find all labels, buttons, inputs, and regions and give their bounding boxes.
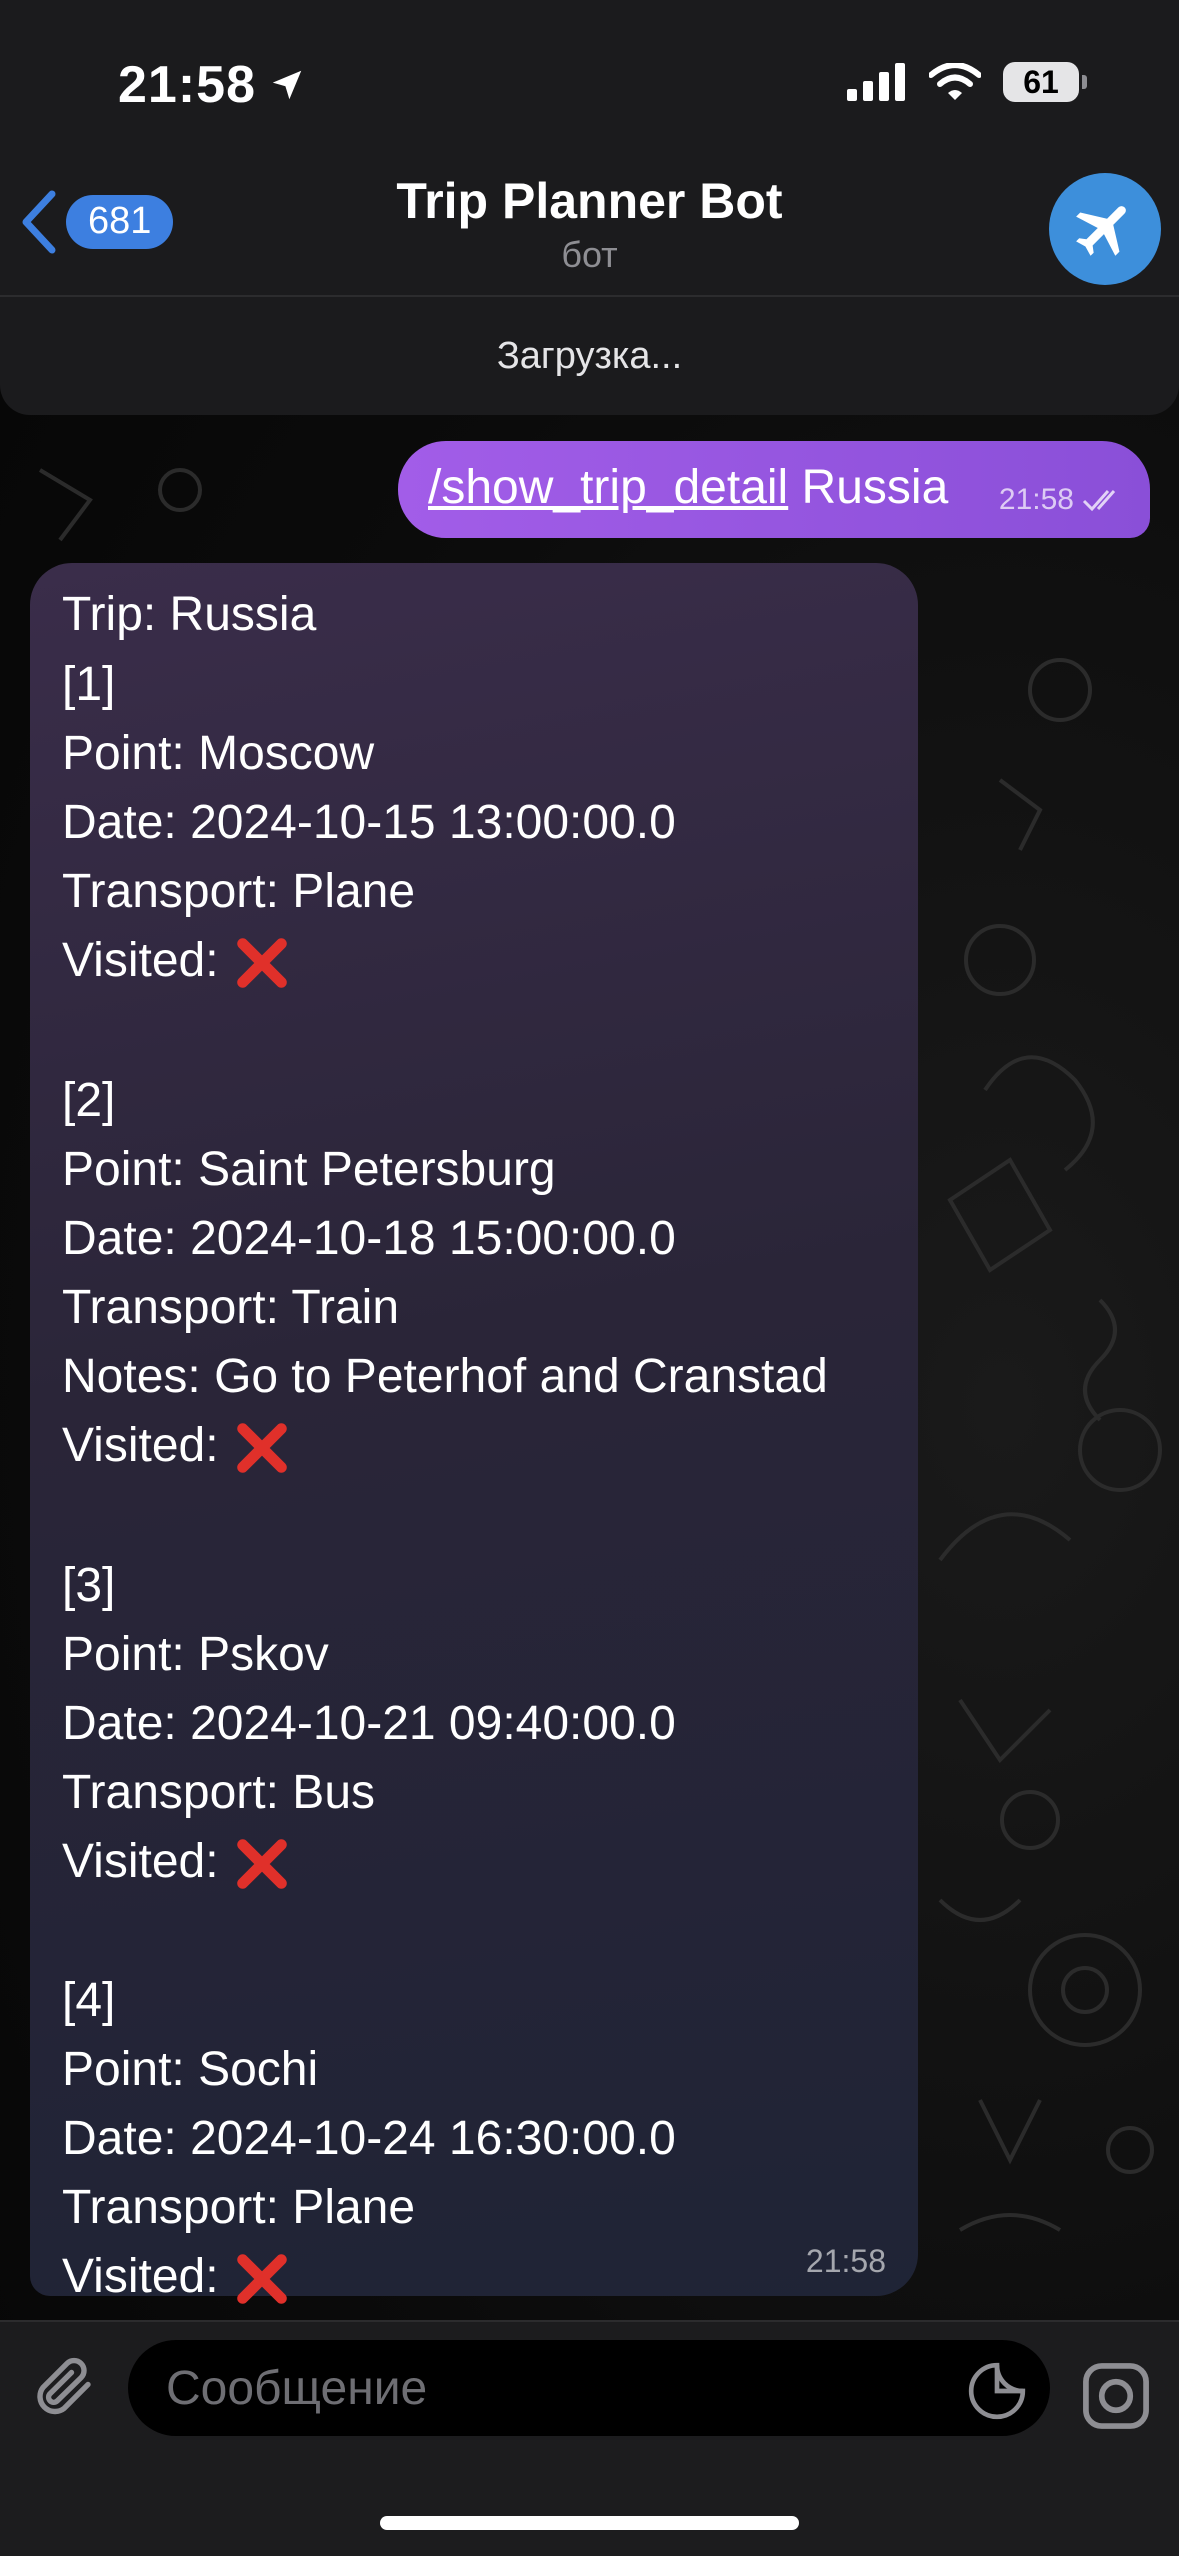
incoming-message: Trip: Russia [1] Point: Moscow Date: 2024-1… (30, 563, 918, 2305)
message-line: Trip: Russia (62, 585, 316, 645)
chat-header: 21:58 61 681 Trip Planner Bot бот (0, 0, 1179, 297)
message-line: Visited: (62, 1832, 291, 1893)
outgoing-message-text: /show_trip_detail Russia (428, 460, 948, 515)
message-line-text: [3] (62, 1559, 116, 1612)
message-line: Date: 2024-10-15 13:00:00.0 (62, 793, 676, 853)
message-line-text: Date: 2024-10-24 16:30:00.0 (62, 2112, 676, 2165)
double-check-icon (1082, 490, 1116, 512)
message-line-text: Transport: Bus (62, 1766, 376, 1819)
message-line-text: Visited: (62, 934, 219, 987)
message-line: Visited: (62, 2247, 291, 2308)
signal-icon (847, 63, 905, 101)
message-line-text: Point: Pskov (62, 1628, 329, 1681)
wifi-icon (929, 63, 981, 100)
chat-title: Trip Planner Bot (396, 173, 783, 229)
message-line: Point: Moscow (62, 724, 374, 784)
chat-screen: 21:58 61 681 Trip Planner Bot бот Загруз… (0, 0, 1179, 2556)
home-indicator[interactable] (380, 2516, 799, 2530)
message-line: [4] (62, 1971, 115, 2031)
cross-mark-icon (236, 1423, 287, 1474)
bot-avatar[interactable] (1049, 173, 1161, 285)
message-line-text: Point: Sochi (62, 2043, 319, 2096)
status-icons: 61 (847, 62, 1087, 102)
outgoing-message-meta: 21:58 (999, 483, 1126, 517)
status-time-text: 21:58 (118, 56, 256, 114)
message-line: Transport: Bus (62, 1763, 375, 1823)
message-line-text: Visited: (62, 1835, 219, 1888)
sticker-button[interactable] (966, 2360, 1028, 2427)
sticker-icon (968, 2362, 1026, 2420)
message-line-text: Transport: Train (62, 1281, 400, 1334)
message-line: [1] (62, 655, 115, 715)
message-line: Point: Pskov (62, 1625, 329, 1685)
status-time: 21:58 (118, 55, 306, 115)
camera-icon (1083, 2363, 1149, 2429)
cross-mark-icon (236, 2254, 287, 2305)
message-line-text: Notes: Go to Peterhof and Cranstad (62, 1350, 828, 1403)
chat-subtitle: бот (561, 234, 618, 275)
paperclip-icon (37, 2357, 91, 2415)
message-line-text: Point: Saint Petersburg (62, 1143, 556, 1196)
message-line-text: [4] (62, 1974, 116, 2027)
cross-mark-icon (236, 1839, 287, 1890)
message-line: [3] (62, 1556, 115, 1616)
message-line-text: Visited: (62, 1419, 219, 1472)
battery-indicator: 61 (1003, 62, 1087, 102)
message-line-text: [1] (62, 658, 116, 711)
outgoing-message: /show_trip_detail Russia 21:58 (398, 441, 1150, 538)
message-line-text: Transport: Plane (62, 865, 416, 918)
message-line: Point: Saint Petersburg (62, 1140, 556, 1200)
message-line: [2] (62, 1071, 115, 1131)
message-line: Transport: Train (62, 1278, 399, 1338)
message-line: Date: 2024-10-18 15:00:00.0 (62, 1209, 676, 1269)
message-line: Transport: Plane (62, 2178, 415, 2238)
message-input[interactable] (128, 2340, 1050, 2436)
camera-button[interactable] (1078, 2358, 1154, 2439)
outgoing-message-time: 21:58 (998, 483, 1074, 516)
command-argument: Russia (788, 461, 949, 514)
cross-mark-icon (236, 938, 287, 989)
airplane-icon (1076, 206, 1126, 256)
incoming-message-time: 21:58 (805, 2243, 886, 2279)
message-line-text: Transport: Plane (62, 2181, 416, 2234)
loading-indicator: Загрузка... (0, 297, 1179, 415)
message-line: Date: 2024-10-24 16:30:00.0 (62, 2109, 676, 2169)
message-line-text: [2] (62, 1074, 116, 1127)
bot-command-link[interactable]: /show_trip_detail (428, 461, 788, 514)
message-line: Date: 2024-10-21 09:40:00.0 (62, 1694, 676, 1754)
message-line: Transport: Plane (62, 862, 415, 922)
message-line-text: Date: 2024-10-15 13:00:00.0 (62, 796, 676, 849)
message-line-text: Point: Moscow (62, 727, 375, 780)
message-line-text: Visited: (62, 2250, 219, 2303)
message-line-text: Trip: Russia (62, 588, 317, 641)
location-arrow-icon (272, 70, 302, 100)
message-line: Notes: Go to Peterhof and Cranstad (62, 1347, 828, 1407)
attach-button[interactable] (28, 2350, 100, 2427)
message-line-text: Date: 2024-10-21 09:40:00.0 (62, 1697, 676, 1750)
message-line: Visited: (62, 931, 291, 992)
message-line: Point: Sochi (62, 2040, 318, 2100)
message-line-text: Date: 2024-10-18 15:00:00.0 (62, 1212, 676, 1265)
chat-title-block[interactable]: Trip Planner Bot бот (0, 172, 1179, 276)
message-line: Visited: (62, 1416, 291, 1477)
